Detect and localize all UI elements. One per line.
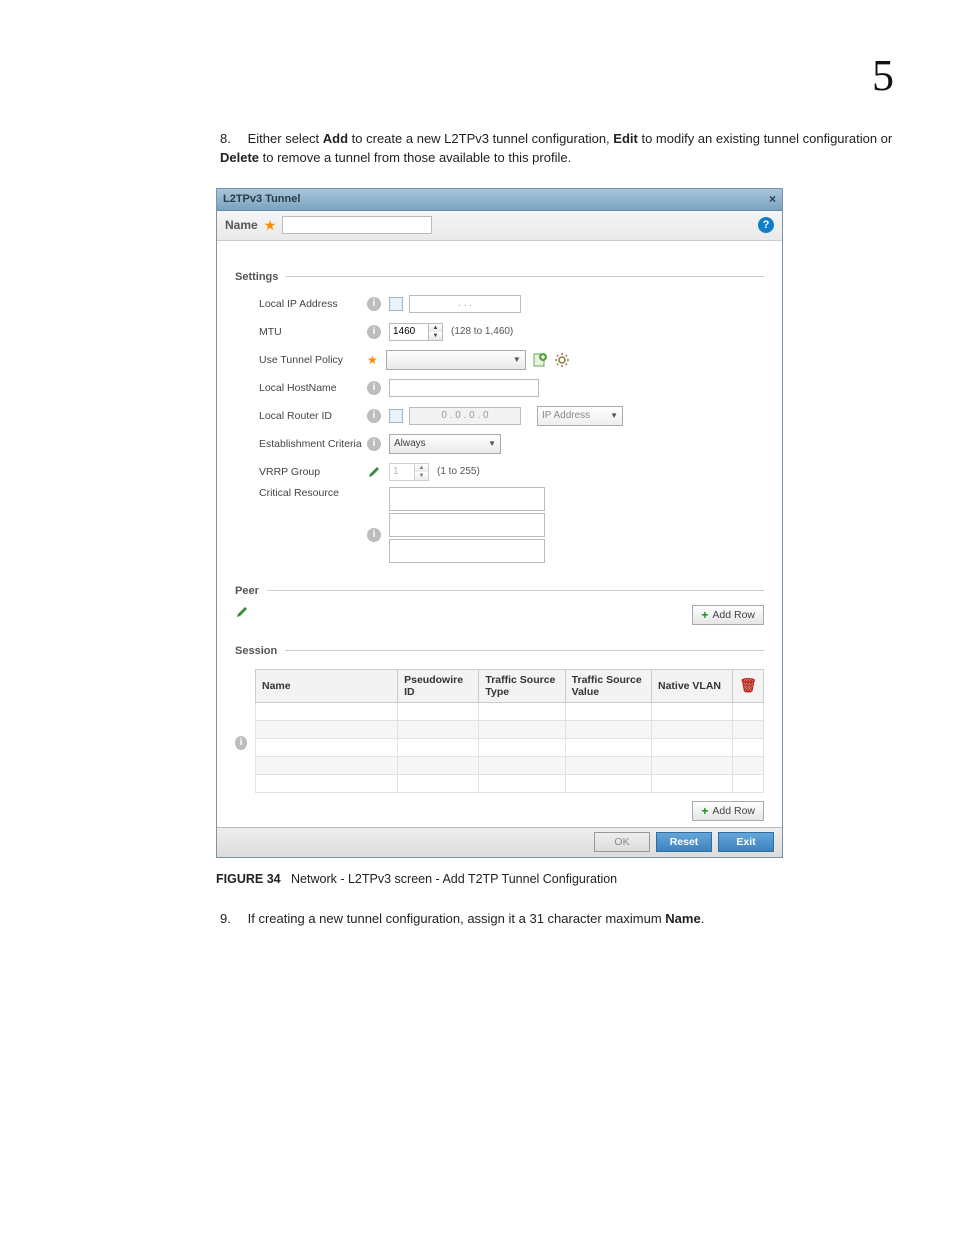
peer-section: Peer +Add Row <box>235 577 764 625</box>
info-icon[interactable]: i <box>367 381 381 395</box>
name-label: Name <box>225 218 258 232</box>
vrrp-hint: (1 to 255) <box>437 466 480 477</box>
dialog-footer: OK Reset Exit <box>217 827 782 857</box>
mtu-label: MTU <box>259 326 367 338</box>
table-row[interactable] <box>256 720 764 738</box>
help-icon[interactable]: ? <box>758 217 774 233</box>
router-id-type-select[interactable]: IP Address▼ <box>537 406 623 426</box>
step8-post: to remove a tunnel from those available … <box>259 150 571 165</box>
ok-button[interactable]: OK <box>594 832 650 852</box>
chevron-down-icon: ▼ <box>610 411 618 420</box>
info-icon[interactable]: i <box>367 528 381 542</box>
peer-label: Peer <box>235 585 259 597</box>
settings-section: Settings Local IP Address i . . . MTU i <box>235 263 764 565</box>
dialog-titlebar: L2TPv3 Tunnel × <box>217 189 782 211</box>
use-policy-label: Use Tunnel Policy <box>259 354 367 366</box>
use-policy-select[interactable]: ▼ <box>386 350 526 370</box>
chevron-down-icon: ▼ <box>488 439 496 448</box>
pencil-icon[interactable] <box>367 465 381 479</box>
est-criteria-select[interactable]: Always▼ <box>389 434 501 454</box>
chevron-down-icon: ▼ <box>513 355 521 364</box>
info-icon[interactable]: i <box>367 409 381 423</box>
dialog-title: L2TPv3 Tunnel <box>223 193 769 205</box>
local-router-id-label: Local Router ID <box>259 410 367 422</box>
settings-label: Settings <box>235 271 278 283</box>
col-native-vlan[interactable]: Native VLAN <box>651 669 732 702</box>
trash-icon[interactable]: 🗑 <box>739 677 757 693</box>
table-row[interactable] <box>256 756 764 774</box>
exit-button[interactable]: Exit <box>718 832 774 852</box>
local-ip-input[interactable]: . . . <box>409 295 521 313</box>
session-table: Name Pseudowire ID Traffic Source Type T… <box>255 669 764 793</box>
mtu-spinner[interactable]: ▲▼ <box>389 323 443 341</box>
local-router-id-checkbox[interactable] <box>389 409 403 423</box>
table-row[interactable] <box>256 774 764 792</box>
col-traffic-source-type[interactable]: Traffic Source Type <box>479 669 565 702</box>
figure-label: FIGURE 34 <box>216 872 281 886</box>
critical-resource-list[interactable] <box>389 487 545 565</box>
col-name[interactable]: Name <box>256 669 398 702</box>
table-row[interactable] <box>256 702 764 720</box>
mtu-input[interactable] <box>390 324 428 340</box>
session-section: Session i Name Pseudowire ID Traffic Sou… <box>235 637 764 821</box>
critical-resource-item[interactable] <box>389 487 545 511</box>
local-ip-checkbox[interactable] <box>389 297 403 311</box>
step9-name: Name <box>665 911 700 926</box>
l2tpv3-tunnel-dialog: L2TPv3 Tunnel × Name ★ ? Settings Local … <box>216 188 783 858</box>
instruction-step-9: If creating a new tunnel configuration, … <box>220 910 920 929</box>
local-ip-label: Local IP Address <box>259 298 367 310</box>
plus-icon: + <box>701 608 708 622</box>
session-add-row-button[interactable]: +Add Row <box>692 801 764 821</box>
peer-add-row-button[interactable]: +Add Row <box>692 605 764 625</box>
info-icon[interactable]: i <box>367 297 381 311</box>
create-policy-icon[interactable] <box>532 352 548 368</box>
spinner-down-icon[interactable]: ▼ <box>415 472 428 480</box>
required-star-icon: ★ <box>367 353 378 367</box>
spinner-up-icon[interactable]: ▲ <box>415 464 428 472</box>
local-router-id-input[interactable]: 0 . 0 . 0 . 0 <box>409 407 521 425</box>
step8-mid1: to create a new L2TPv3 tunnel configurat… <box>348 131 613 146</box>
col-delete: 🗑 <box>733 669 764 702</box>
critical-resource-label: Critical Resource <box>259 487 367 499</box>
name-row: Name ★ ? <box>217 211 782 241</box>
col-traffic-source-value[interactable]: Traffic Source Value <box>565 669 651 702</box>
pencil-icon[interactable] <box>235 605 249 619</box>
est-criteria-label: Establishment Criteria <box>259 438 367 450</box>
step8-pre: Either select <box>248 131 323 146</box>
vrrp-label: VRRP Group <box>259 466 367 478</box>
instruction-step-8: Either select Add to create a new L2TPv3… <box>220 130 920 168</box>
step8-edit: Edit <box>613 131 638 146</box>
reset-button[interactable]: Reset <box>656 832 712 852</box>
local-hostname-label: Local HostName <box>259 382 367 394</box>
spinner-up-icon[interactable]: ▲ <box>429 324 442 332</box>
page-number: 5 <box>872 50 894 101</box>
vrrp-spinner[interactable]: ▲▼ <box>389 463 429 481</box>
info-icon[interactable]: i <box>235 736 247 750</box>
col-pseudowire-id[interactable]: Pseudowire ID <box>398 669 479 702</box>
required-star-icon: ★ <box>264 217 277 234</box>
step8-delete: Delete <box>220 150 259 165</box>
info-icon[interactable]: i <box>367 325 381 339</box>
step8-add: Add <box>323 131 348 146</box>
figure-caption: FIGURE 34 Network - L2TPv3 screen - Add … <box>216 872 894 886</box>
name-input[interactable] <box>282 216 432 234</box>
critical-resource-item[interactable] <box>389 539 545 563</box>
step8-mid2: to modify an existing tunnel configurati… <box>638 131 892 146</box>
mtu-hint: (128 to 1,460) <box>451 326 513 337</box>
info-icon[interactable]: i <box>367 437 381 451</box>
figure-text: Network - L2TPv3 screen - Add T2TP Tunne… <box>291 872 617 886</box>
plus-icon: + <box>701 804 708 818</box>
local-hostname-input[interactable] <box>389 379 539 397</box>
critical-resource-item[interactable] <box>389 513 545 537</box>
step9-post: . <box>701 911 705 926</box>
table-row[interactable] <box>256 738 764 756</box>
close-icon[interactable]: × <box>769 192 776 206</box>
spinner-down-icon[interactable]: ▼ <box>429 332 442 340</box>
session-label: Session <box>235 645 277 657</box>
gear-icon[interactable] <box>554 352 570 368</box>
step9-pre: If creating a new tunnel configuration, … <box>248 911 666 926</box>
vrrp-input[interactable] <box>390 464 414 480</box>
